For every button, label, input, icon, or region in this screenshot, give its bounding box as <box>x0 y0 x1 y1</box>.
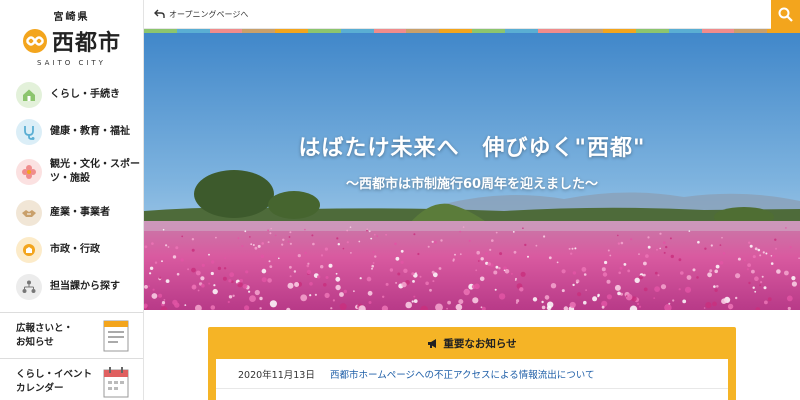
cosmos-field-photo <box>144 29 800 310</box>
important-notice-panel: 重要なお知らせ 2020年11月13日 西都市ホームページへの不正アクセスによる… <box>208 327 736 400</box>
search-button[interactable] <box>771 0 800 29</box>
city-name: 西都市 <box>51 30 121 56</box>
hero-banner: はばたけ未来へ 伸びゆく"西都" 〜西都市は市制施行60周年を迎えました〜 <box>144 29 800 310</box>
nav-item-administration[interactable]: 市政・行政 <box>0 231 143 268</box>
color-strip-segment <box>340 29 374 33</box>
flower-icon <box>16 159 42 185</box>
color-strip-segment <box>373 29 407 33</box>
house-icon <box>16 81 42 108</box>
megaphone-icon <box>428 338 437 348</box>
color-strip-segment <box>537 29 571 33</box>
nav-item-industry[interactable]: 産業・事業者 <box>0 194 143 231</box>
back-arrow-icon <box>154 9 165 18</box>
opening-page-label: オープニングページへ <box>169 9 249 19</box>
nav-label: 担当課から探す <box>50 280 120 292</box>
nav-item-health[interactable]: 健康・教育・福祉 <box>0 113 143 150</box>
prefecture-label: 宮崎県 <box>53 12 90 23</box>
notice-item: 2020年11月13日 西都市ホームページへの不正アクセスによる情報流出について <box>216 359 728 389</box>
color-strip-segment <box>439 29 472 33</box>
side-link-label: くらし・イベント カレンダー <box>16 368 93 394</box>
color-strip-segment <box>668 29 702 33</box>
notice-link[interactable]: 西都市ホームページへの不正アクセスによる情報流出について <box>330 367 594 381</box>
nav-label: くらし・手続き <box>50 88 120 100</box>
color-strip-segment <box>635 29 669 33</box>
color-strip-segment <box>275 29 308 33</box>
color-strip-segment <box>734 29 768 33</box>
color-strip-segment <box>701 29 735 33</box>
notice-list: 2020年11月13日 西都市ホームページへの不正アクセスによる情報流出について <box>216 359 728 400</box>
notice-heading: 重要なお知らせ <box>443 337 517 350</box>
color-strip-segment <box>603 29 636 33</box>
search-icon <box>778 7 793 22</box>
nav-label: 健康・教育・福祉 <box>50 125 130 137</box>
site-logo[interactable]: 宮崎県 西都市 SAITO CITY <box>0 0 143 72</box>
color-strip-segment <box>144 29 177 33</box>
color-strip-segment <box>471 29 505 33</box>
nav-item-tourism[interactable]: 観光・文化・スポーツ・施設 <box>0 150 143 194</box>
nav-label: 産業・事業者 <box>50 206 110 218</box>
color-strip-segment <box>242 29 276 33</box>
newsletter-icon <box>103 320 129 351</box>
side-links: 広報さいと・ お知らせ くらし・イベント カレンダー <box>0 312 143 400</box>
hero-subtitle: 〜西都市は市制施行60周年を迎えました〜 <box>345 177 599 192</box>
color-strip-segment <box>767 29 800 33</box>
main-nav: くらし・手続き 健康・教育・福祉 観光・文化・スポーツ・施設 産業・事業者 市政… <box>0 76 143 305</box>
color-strip <box>144 29 800 33</box>
sidebar: 宮崎県 西都市 SAITO CITY くらし・手続き 健康・教育・福祉 観光・文… <box>0 0 144 400</box>
side-link-calendar[interactable]: くらし・イベント カレンダー <box>0 359 143 400</box>
city-emblem-icon <box>22 29 47 53</box>
color-strip-segment <box>406 29 440 33</box>
side-link-label: 広報さいと・ お知らせ <box>16 322 74 348</box>
org-chart-icon <box>16 273 42 300</box>
stethoscope-icon <box>16 118 42 145</box>
handshake-icon <box>16 199 42 226</box>
color-strip-segment <box>176 29 210 33</box>
color-strip-segment <box>307 29 341 33</box>
calendar-icon <box>103 366 129 397</box>
city-name-roman: SAITO CITY <box>37 59 106 67</box>
color-strip-segment <box>570 29 604 33</box>
opening-page-link[interactable]: オープニングページへ <box>154 9 248 20</box>
color-strip-segment <box>504 29 538 33</box>
nav-item-departments[interactable]: 担当課から探す <box>0 268 143 305</box>
city-hall-icon <box>16 236 42 263</box>
notice-date: 2020年11月13日 <box>238 369 315 381</box>
nav-label: 市政・行政 <box>50 243 100 255</box>
hero-title: はばたけ未来へ 伸びゆく"西都" <box>298 136 646 161</box>
nav-label: 観光・文化・スポーツ・施設 <box>50 159 140 184</box>
nav-item-living[interactable]: くらし・手続き <box>0 76 143 113</box>
side-link-newsletter[interactable]: 広報さいと・ お知らせ <box>0 313 143 359</box>
notice-header: 重要なお知らせ <box>208 327 736 359</box>
color-strip-segment <box>209 29 243 33</box>
top-bar: オープニングページへ <box>144 0 800 29</box>
